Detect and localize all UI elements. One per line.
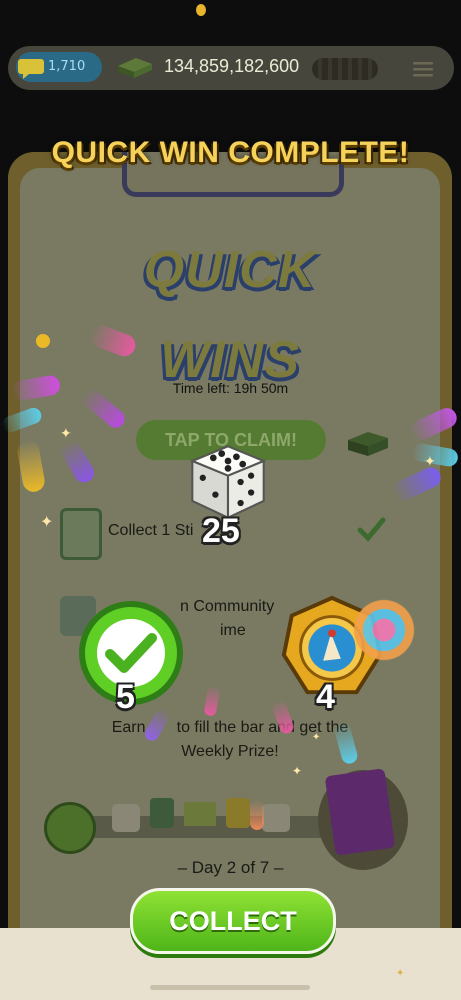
checkmark-icon bbox=[357, 517, 386, 542]
cash-reward-icon bbox=[348, 432, 388, 456]
cash-stack-icon bbox=[118, 58, 152, 78]
confetti-streak bbox=[250, 800, 264, 830]
time-left-text: Time left: 19h 50m bbox=[172, 380, 289, 396]
collect-button[interactable]: COLLECT bbox=[130, 888, 336, 954]
task-label: n Community bbox=[180, 598, 275, 615]
sparkle-icon: ✦ bbox=[60, 426, 72, 442]
level-value: 1,710 bbox=[48, 59, 86, 74]
quick-win-complete-heading: QUICK WIN COMPLETE! bbox=[51, 136, 410, 169]
blurred-username bbox=[312, 58, 378, 80]
sparkle-icon: ✦ bbox=[312, 732, 321, 743]
token-reward-count: 4 bbox=[316, 678, 335, 716]
sparkle-top bbox=[196, 4, 206, 16]
confetti-burst bbox=[346, 582, 422, 678]
sparkle-icon: ✦ bbox=[396, 968, 405, 979]
progress-card-icon bbox=[150, 798, 174, 828]
day-counter: – Day 2 of 7 – bbox=[177, 858, 284, 877]
sparkle-icon: ✦ bbox=[40, 512, 54, 531]
confetti-dot bbox=[36, 334, 50, 348]
dice-reward-count: 25 bbox=[202, 512, 240, 550]
sticker-card-icon bbox=[60, 508, 102, 560]
sparkle-icon: ✦ bbox=[292, 764, 303, 778]
progress-check-icon bbox=[44, 802, 96, 854]
quick-win-reward-count: 5 bbox=[116, 678, 135, 716]
weekly-prize-card-icon bbox=[324, 768, 396, 856]
progress-card2-icon bbox=[226, 798, 250, 828]
sparkle-icon: ✦ bbox=[424, 454, 436, 470]
task-label: Collect 1 Sti bbox=[108, 522, 194, 539]
chat-bubble-icon bbox=[18, 59, 44, 79]
progress-dice-icon bbox=[112, 804, 140, 832]
progress-dice2-icon bbox=[262, 804, 290, 832]
progress-cash-icon bbox=[184, 802, 216, 826]
task-sublabel: ime bbox=[220, 622, 246, 639]
menu-icon[interactable] bbox=[412, 60, 434, 78]
home-indicator bbox=[150, 985, 310, 990]
cash-value: 134,859,182,600 bbox=[164, 56, 300, 76]
quick-wins-logo: QUICK WINS bbox=[80, 225, 380, 389]
quick-wins-title: QUICK WINS bbox=[143, 241, 317, 389]
